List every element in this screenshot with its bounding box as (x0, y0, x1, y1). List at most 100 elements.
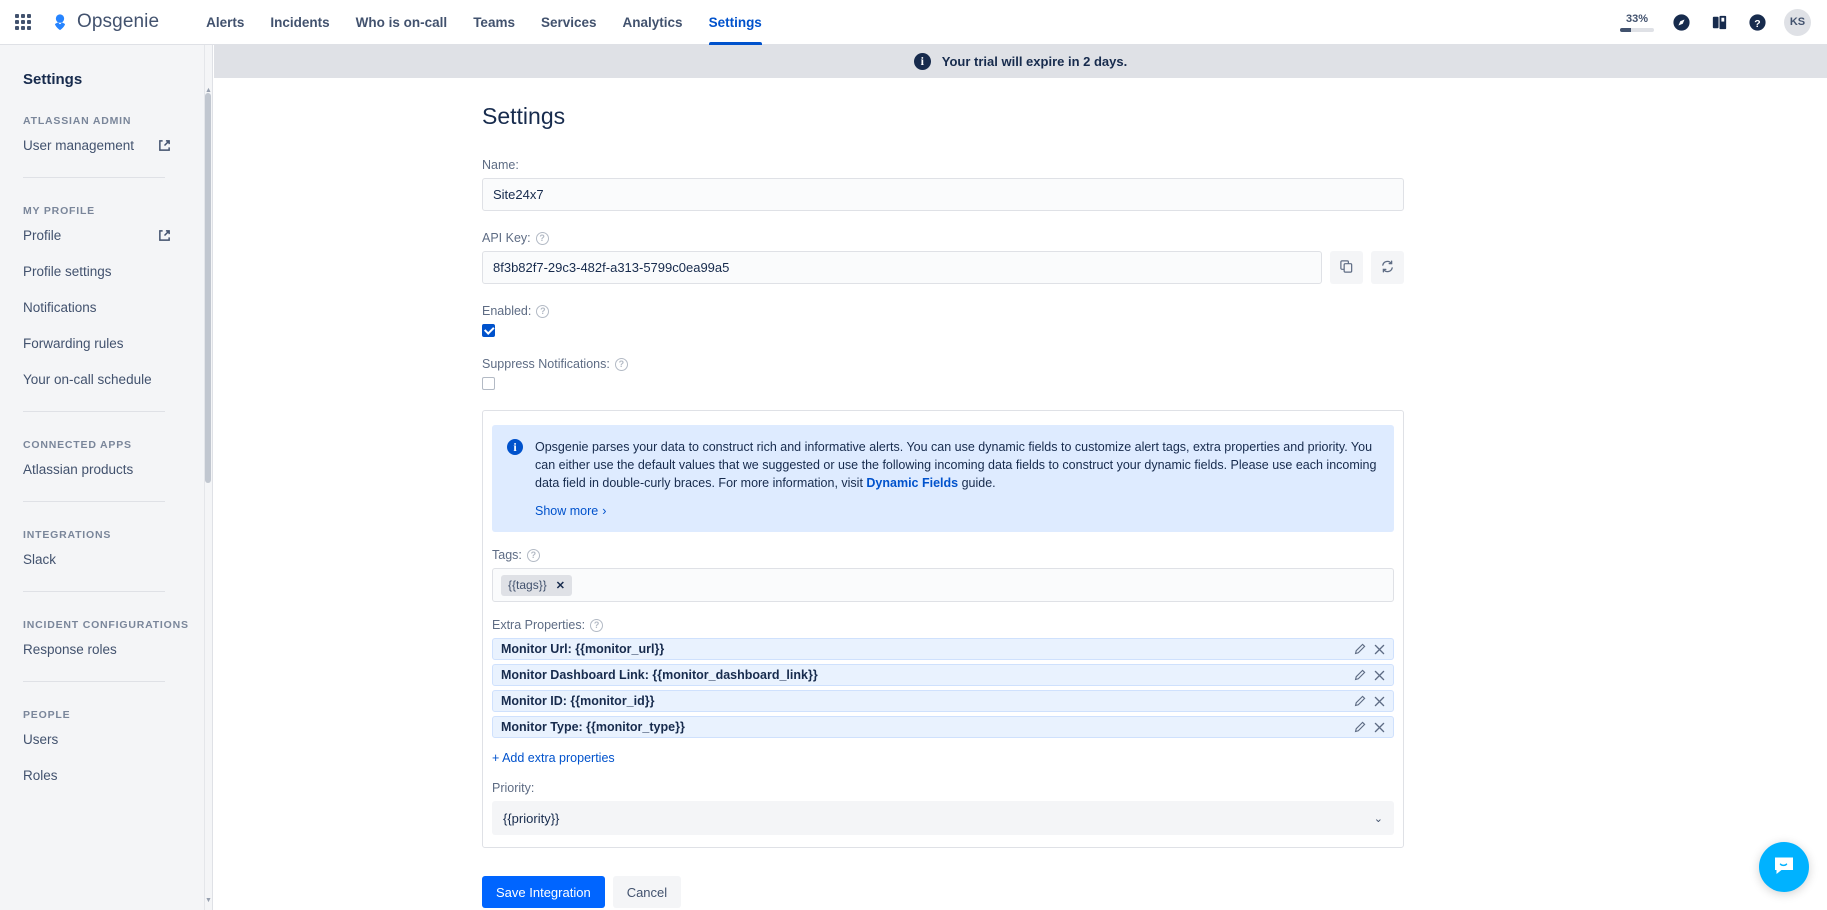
sidebar-item-roles[interactable]: Roles (0, 757, 205, 793)
remove-property-icon[interactable] (1374, 670, 1385, 681)
sidebar-item-profile[interactable]: Profile (0, 217, 205, 253)
extra-property-text: Monitor Url: {{monitor_url}} (501, 642, 664, 656)
opsgenie-logo[interactable]: Opsgenie (50, 11, 159, 33)
book-icon[interactable] (1708, 11, 1730, 33)
trial-expiry-banner: i Your trial will expire in 2 days. (214, 45, 1827, 78)
nav-tab-teams[interactable]: Teams (460, 0, 528, 45)
opsgenie-mark-icon (50, 12, 70, 32)
nav-tab-settings[interactable]: Settings (696, 0, 775, 45)
extra-property-row: Monitor Url: {{monitor_url}} (492, 638, 1394, 660)
priority-label: Priority: (492, 781, 1394, 795)
copy-api-key-button[interactable] (1330, 251, 1363, 284)
sidebar-item-atlassian-products[interactable]: Atlassian products (0, 451, 205, 487)
sidebar-item-label: Slack (23, 552, 56, 567)
api-key-field-group: API Key: ? (482, 231, 1404, 284)
sidebar-item-user-management[interactable]: User management (0, 127, 205, 163)
edit-pencil-icon[interactable] (1354, 721, 1366, 733)
settings-content: Settings Name: API Key: ? (214, 78, 1827, 910)
enabled-checkbox[interactable] (482, 324, 495, 337)
trial-progress-meter[interactable]: 33% (1620, 13, 1654, 32)
remove-property-icon[interactable] (1374, 722, 1385, 733)
sidebar-group-label-integrations: INTEGRATIONS (0, 502, 205, 541)
extra-property-actions (1354, 695, 1385, 707)
cancel-button[interactable]: Cancel (613, 876, 681, 908)
extra-property-actions (1354, 721, 1385, 733)
nav-tab-incidents[interactable]: Incidents (257, 0, 342, 45)
avatar[interactable]: KS (1784, 9, 1811, 36)
sidebar-item-profile-settings[interactable]: Profile settings (0, 253, 205, 289)
api-key-label: API Key: ? (482, 231, 1404, 245)
extra-properties-label-text: Extra Properties: (492, 618, 585, 632)
suppress-notifications-label-text: Suppress Notifications: (482, 357, 610, 371)
external-link-icon (158, 139, 171, 152)
save-integration-button[interactable]: Save Integration (482, 876, 605, 908)
info-icon: i (507, 439, 523, 455)
show-more-button[interactable]: Show more › (535, 504, 606, 518)
remove-property-icon[interactable] (1374, 644, 1385, 655)
show-more-label: Show more (535, 504, 598, 518)
dynamic-fields-info-panel: i Opsgenie parses your data to construct… (492, 425, 1394, 532)
main-content: i Your trial will expire in 2 days. Sett… (214, 45, 1827, 910)
sidebar-item-users[interactable]: Users (0, 721, 205, 757)
sidebar-scrollbar-thumb[interactable] (205, 93, 211, 483)
help-tooltip-icon[interactable]: ? (527, 549, 540, 562)
nav-tab-analytics[interactable]: Analytics (610, 0, 696, 45)
regenerate-api-key-button[interactable] (1371, 251, 1404, 284)
sidebar-item-notifications[interactable]: Notifications (0, 289, 205, 325)
compass-icon[interactable] (1670, 11, 1692, 33)
form-actions: Save Integration Cancel (482, 876, 1404, 910)
sidebar-item-label: Atlassian products (23, 462, 133, 477)
help-tooltip-icon[interactable]: ? (590, 619, 603, 632)
priority-select[interactable]: {{priority}} ⌄ (492, 801, 1394, 835)
tag-chip[interactable]: {{tags}} ✕ (501, 575, 572, 596)
chat-bubble-button[interactable] (1759, 842, 1809, 892)
sidebar-group-label-atlassian-admin: ATLASSIAN ADMIN (0, 88, 205, 127)
sidebar-item-slack[interactable]: Slack (0, 541, 205, 577)
edit-pencil-icon[interactable] (1354, 669, 1366, 681)
sidebar-item-label: Roles (23, 768, 58, 783)
remove-tag-icon[interactable]: ✕ (556, 579, 565, 592)
suppress-notifications-checkbox[interactable] (482, 377, 495, 390)
tags-input[interactable]: {{tags}} ✕ (492, 568, 1394, 602)
sidebar-item-response-roles[interactable]: Response roles (0, 631, 205, 667)
svg-text:?: ? (1754, 18, 1760, 29)
help-tooltip-icon[interactable]: ? (536, 305, 549, 318)
name-input[interactable] (482, 178, 1404, 211)
remove-property-icon[interactable] (1374, 696, 1385, 707)
edit-pencil-icon[interactable] (1354, 695, 1366, 707)
extra-property-row: Monitor Dashboard Link: {{monitor_dashbo… (492, 664, 1394, 686)
sidebar-content: Settings ATLASSIAN ADMIN User management… (0, 45, 205, 793)
app-switcher-icon[interactable] (12, 11, 34, 33)
help-tooltip-icon[interactable]: ? (615, 358, 628, 371)
suppress-notifications-field-group: Suppress Notifications: ? (482, 357, 1404, 390)
sidebar-group-label-incident-configurations: INCIDENT CONFIGURATIONS (0, 592, 205, 631)
scroll-down-arrow-icon[interactable]: ▼ (205, 897, 211, 904)
nav-tab-services[interactable]: Services (528, 0, 610, 45)
sidebar-group-label-connected-apps: CONNECTED APPS (0, 412, 205, 451)
sidebar-item-forwarding-rules[interactable]: Forwarding rules (0, 325, 205, 361)
extra-property-actions (1354, 669, 1385, 681)
add-extra-properties-button[interactable]: + Add extra properties (492, 751, 1394, 765)
api-key-input[interactable] (482, 251, 1322, 284)
extra-property-text: Monitor Type: {{monitor_type}} (501, 720, 685, 734)
sidebar-scrollbar[interactable]: ▲ ▼ (204, 45, 212, 910)
brand-label: Opsgenie (77, 11, 159, 33)
info-icon: i (914, 53, 931, 70)
sidebar-item-label: Profile settings (23, 264, 112, 279)
nav-tab-who-is-on-call[interactable]: Who is on-call (343, 0, 461, 45)
edit-pencil-icon[interactable] (1354, 643, 1366, 655)
sidebar-item-label: Profile (23, 228, 61, 243)
dynamic-fields-link[interactable]: Dynamic Fields (866, 476, 958, 490)
nav-tab-alerts[interactable]: Alerts (193, 0, 257, 45)
trial-progress-percent: 33% (1626, 13, 1648, 25)
help-tooltip-icon[interactable]: ? (536, 232, 549, 245)
suppress-notifications-label: Suppress Notifications: ? (482, 357, 1404, 371)
help-icon[interactable]: ? (1746, 11, 1768, 33)
sidebar-item-label: User management (23, 138, 134, 153)
extra-property-text: Monitor ID: {{monitor_id}} (501, 694, 654, 708)
copy-icon (1339, 259, 1354, 277)
sidebar-item-your-on-call-schedule[interactable]: Your on-call schedule (0, 361, 205, 397)
chevron-right-icon: › (602, 504, 606, 518)
tags-label: Tags: ? (492, 548, 1394, 562)
info-panel-text: Opsgenie parses your data to construct r… (535, 438, 1379, 492)
